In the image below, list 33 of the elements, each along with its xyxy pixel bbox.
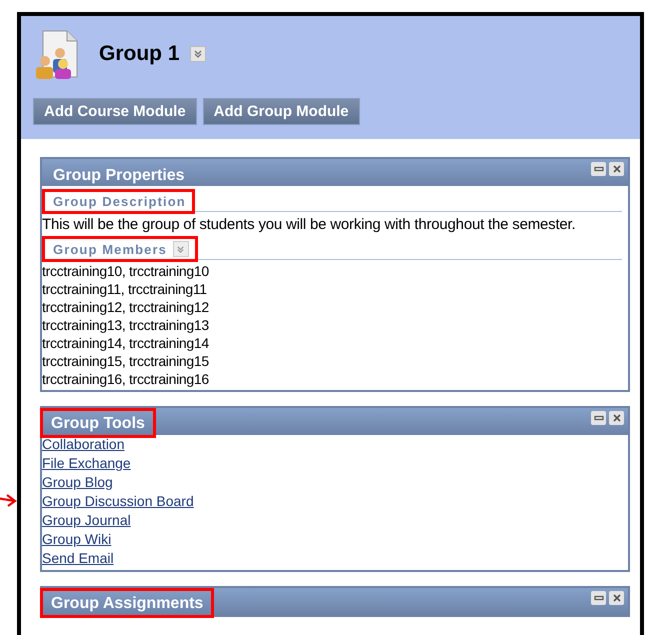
panel-title: Group Assignments <box>40 588 214 618</box>
tool-link[interactable]: File Exchange <box>42 455 131 471</box>
module-button[interactable]: Add Group Module <box>202 98 360 125</box>
tool-link[interactable]: Group Blog <box>42 474 113 490</box>
minimize-icon[interactable] <box>591 591 606 605</box>
group-icon <box>33 29 79 79</box>
tool-link[interactable]: Group Discussion Board <box>42 493 194 509</box>
tool-link[interactable]: Send Email <box>42 550 114 566</box>
tool-link[interactable]: Collaboration <box>42 436 124 452</box>
close-icon[interactable] <box>609 162 624 176</box>
text-line: trcctraining15, trcctraining15 <box>42 352 210 370</box>
close-icon[interactable] <box>609 591 624 605</box>
panel-title: Group Properties <box>52 166 186 186</box>
text-line: This will be the group of students you will be working with throughout the semester. <box>42 215 576 233</box>
text-line: trcctraining16, trcctraining16 <box>42 370 210 388</box>
tool-link[interactable]: Group Wiki <box>42 531 112 547</box>
section-heading: Group Members <box>53 242 167 256</box>
close-icon[interactable] <box>609 411 624 425</box>
tool-link[interactable]: Group Journal <box>42 512 131 528</box>
module-button[interactable]: Add Course Module <box>33 98 197 125</box>
section-heading: Group Description <box>53 194 186 209</box>
page-title: Group 1 <box>99 42 180 66</box>
text-line: trcctraining12, trcctraining12 <box>42 298 210 316</box>
menu-chevron-icon[interactable] <box>190 46 206 62</box>
minimize-icon[interactable] <box>591 411 606 425</box>
minimize-icon[interactable] <box>591 162 606 176</box>
panel-title: Group Tools <box>40 408 156 438</box>
text-line: trcctraining13, trcctraining13 <box>42 316 210 334</box>
text-line: trcctraining14, trcctraining14 <box>42 334 210 352</box>
menu-chevron-icon[interactable] <box>172 241 189 257</box>
text-line: trcctraining11, trcctraining11 <box>42 280 208 298</box>
text-line: trcctraining10, trcctraining10 <box>42 262 210 280</box>
pointer-arrow-icon <box>0 494 17 508</box>
